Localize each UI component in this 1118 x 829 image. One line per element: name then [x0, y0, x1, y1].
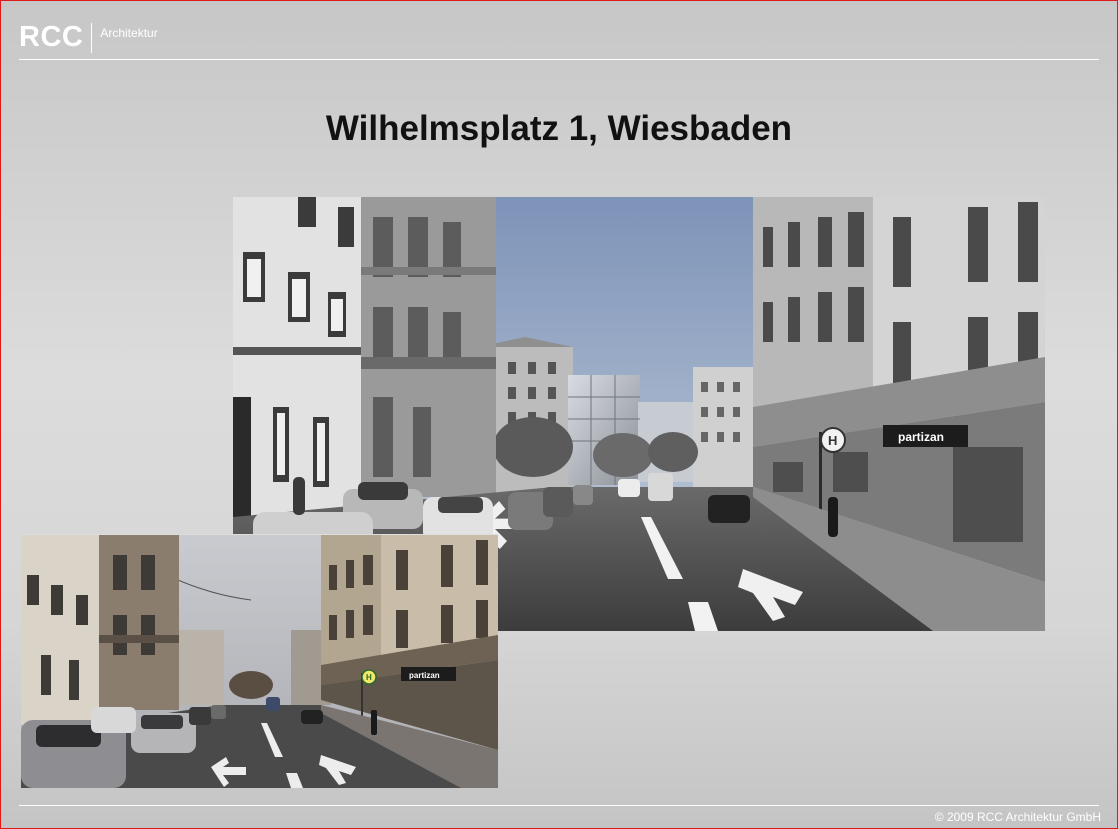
logo-divider — [91, 23, 93, 53]
rcc-logo: RCC Architektur — [19, 21, 158, 53]
partizan-shop-sign: partizan — [898, 430, 944, 444]
slide: RCC Architektur Wilhelmsplatz 1, Wiesbad… — [0, 0, 1118, 829]
logo-wordmark: RCC — [19, 21, 84, 53]
header-rule — [19, 59, 1099, 60]
logo-subtitle: Architektur — [100, 26, 158, 40]
partizan-shop-sign-current: partizan — [409, 671, 440, 680]
copyright-footer: © 2009 RCC Architektur GmbH — [934, 810, 1101, 824]
bus-stop-sign: H — [828, 433, 837, 448]
bus-stop-sign-current: H — [366, 673, 372, 682]
street-current-photo: partizan H — [21, 534, 498, 788]
slide-title: Wilhelmsplatz 1, Wiesbaden — [325, 109, 793, 148]
footer-rule — [19, 805, 1099, 806]
